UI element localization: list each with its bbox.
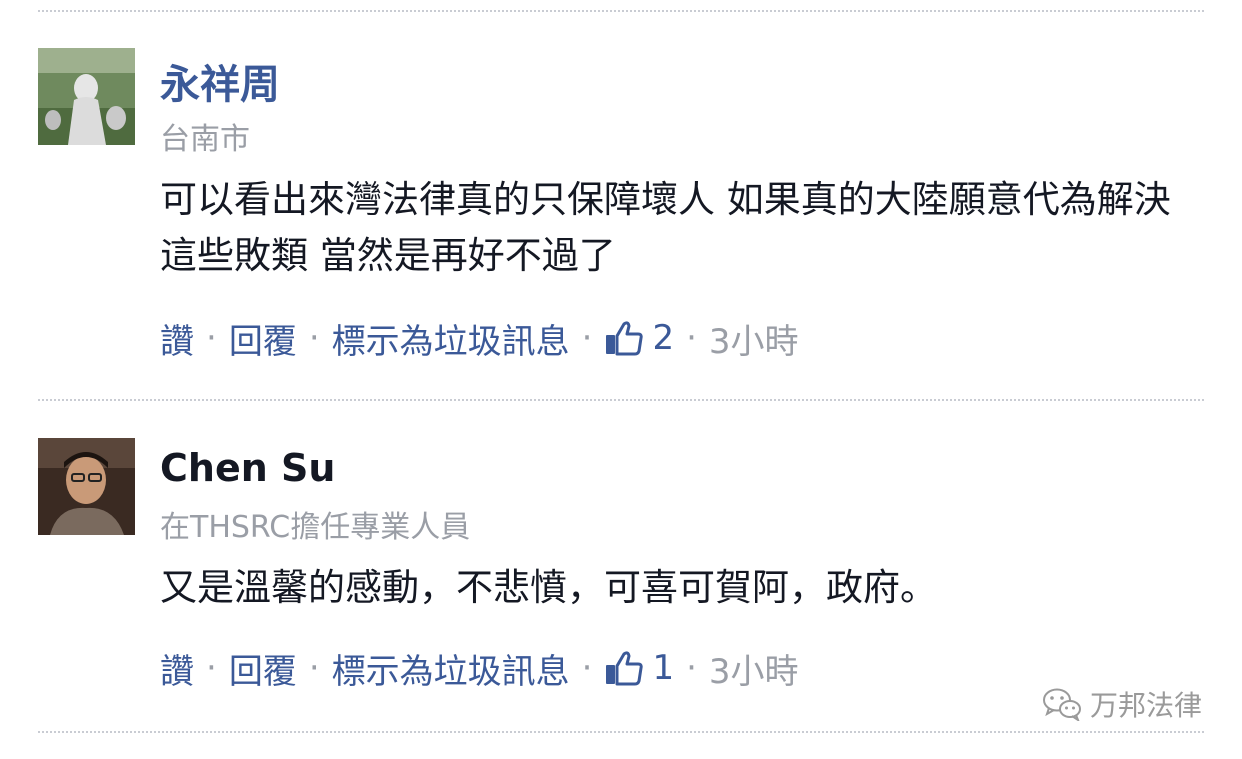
author-subtitle: 在THSRC擔任專業人員 [160, 510, 471, 545]
avatar-photo [38, 48, 135, 145]
author-name[interactable]: Chen Su [160, 446, 335, 490]
separator: · [206, 648, 217, 688]
like-link[interactable]: 讚 [160, 644, 194, 693]
top-divider [38, 10, 1204, 12]
comment-actions: 讚 · 回覆 · 標示為垃圾訊息 · 1 · 3小時 [160, 644, 799, 693]
avatar-photo [38, 438, 135, 535]
author-name[interactable]: 永祥周 [160, 52, 280, 110]
timestamp[interactable]: 3小時 [709, 314, 799, 363]
thumbs-up-icon[interactable] [604, 318, 644, 358]
separator: · [581, 318, 593, 358]
like-count[interactable]: 1 [652, 648, 674, 688]
watermark-text: 万邦法律 [1089, 689, 1202, 722]
thumbs-up-icon[interactable] [604, 648, 644, 688]
like-count[interactable]: 2 [652, 318, 674, 358]
like-link[interactable]: 讚 [160, 314, 194, 363]
separator: · [686, 318, 697, 358]
wechat-icon [1042, 687, 1082, 721]
separator: · [308, 318, 320, 358]
reply-link[interactable]: 回覆 [229, 644, 297, 693]
timestamp[interactable]: 3小時 [709, 644, 799, 693]
reply-link[interactable]: 回覆 [229, 314, 297, 363]
bottom-divider [38, 731, 1204, 733]
comment-divider [38, 399, 1204, 401]
comment-text: 可以看出來灣法律真的只保障壞人 如果真的大陸願意代為解決這些敗類 當然是再好不過… [160, 178, 1171, 277]
separator: · [686, 648, 697, 688]
separator: · [308, 648, 320, 688]
avatar[interactable] [38, 48, 135, 145]
mark-spam-link[interactable]: 標示為垃圾訊息 [332, 644, 570, 693]
comment-item: 永祥周 台南市 可以看出來灣法律真的只保障壞人 如果真的大陸願意代為解決這些敗類… [38, 48, 1204, 378]
avatar[interactable] [38, 438, 135, 535]
separator: · [581, 648, 593, 688]
author-subtitle: 台南市 [160, 122, 250, 157]
comment-actions: 讚 · 回覆 · 標示為垃圾訊息 · 2 · 3小時 [160, 314, 799, 363]
watermark: 万邦法律 [1042, 684, 1202, 724]
comment-item: Chen Su 在THSRC擔任專業人員 又是溫馨的感動，不悲憤，可喜可賀阿，政… [38, 438, 1204, 708]
separator: · [206, 318, 217, 358]
comment-text: 又是溫馨的感動，不悲憤，可喜可賀阿，政府。 [160, 566, 937, 609]
mark-spam-link[interactable]: 標示為垃圾訊息 [332, 314, 570, 363]
